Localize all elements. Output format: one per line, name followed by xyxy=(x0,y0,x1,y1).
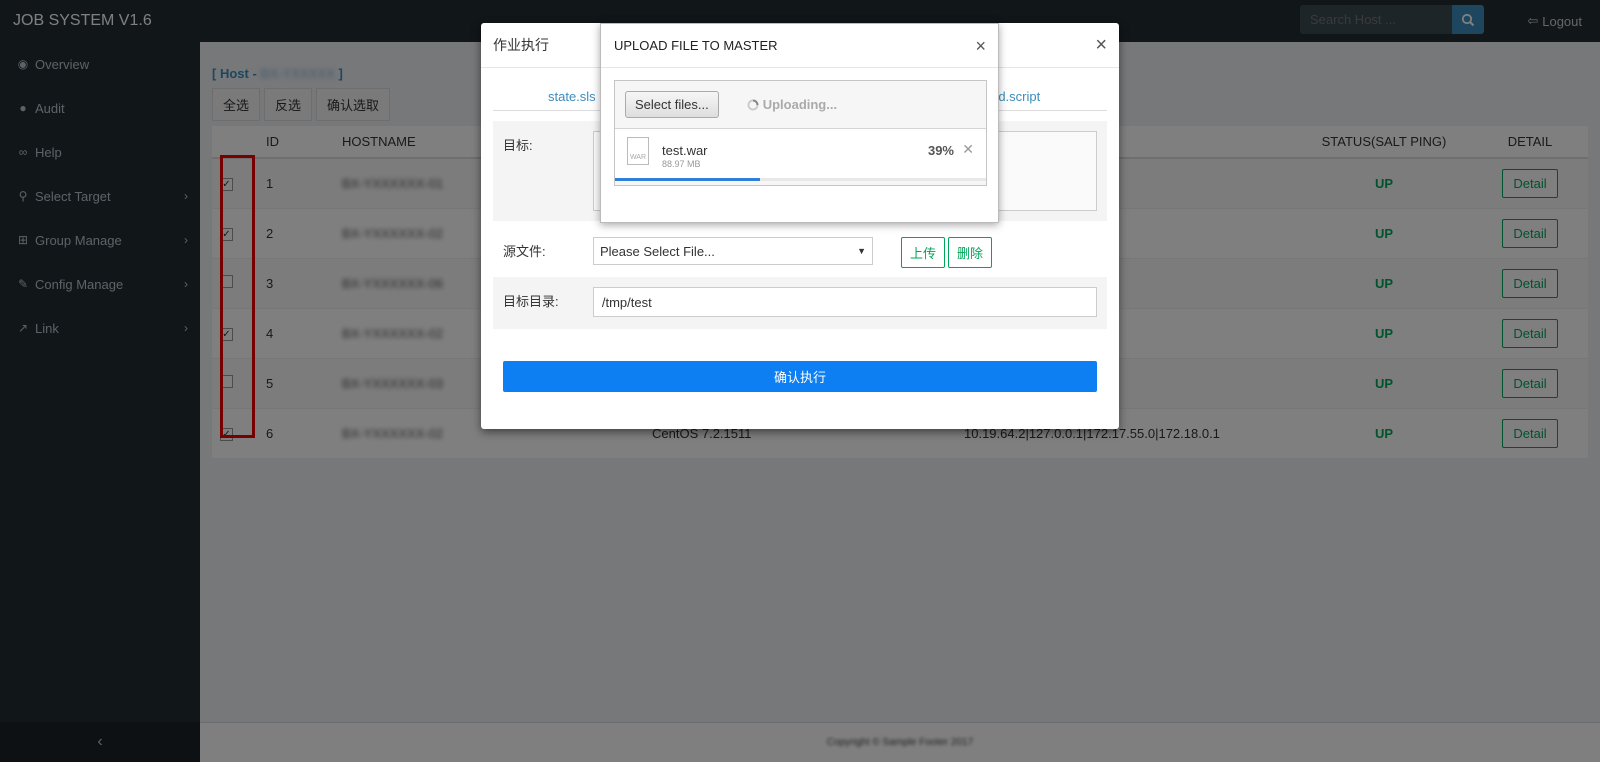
confirm-execute-button[interactable]: 确认执行 xyxy=(503,361,1097,392)
file-progress-fill xyxy=(615,178,760,181)
file-ext: WAR xyxy=(629,154,647,161)
job-modal-title: 作业执行 xyxy=(493,37,549,53)
upload-file-modal: UPLOAD FILE TO MASTER × Select files... … xyxy=(600,23,999,223)
tab-state-sls[interactable]: state.sls xyxy=(548,89,596,104)
upload-status-text: Uploading... xyxy=(762,97,838,112)
source-actions: 上传 删除 xyxy=(901,237,993,268)
upload-toolbar: Select files... Uploading... xyxy=(615,81,986,129)
upload-button[interactable]: 上传 xyxy=(901,237,946,268)
source-file-select[interactable]: Please Select File... ▼ xyxy=(593,237,873,265)
caret-down-icon: ▼ xyxy=(857,246,866,256)
upload-widget: Select files... Uploading... WAR test.wa… xyxy=(614,80,987,186)
delete-button[interactable]: 删除 xyxy=(948,237,993,268)
upload-modal-close-icon[interactable]: × xyxy=(975,36,986,57)
source-row: 源文件: Please Select File... ▼ 上传 删除 xyxy=(493,227,1107,273)
upload-status: Uploading... xyxy=(747,97,837,112)
source-file-select-value: Please Select File... xyxy=(600,243,715,259)
spinner-icon xyxy=(747,99,759,110)
file-progress-percent: 39% xyxy=(927,143,954,158)
job-modal-close-icon[interactable]: × xyxy=(1095,35,1107,55)
destination-input[interactable] xyxy=(592,287,1097,317)
upload-modal-title: UPLOAD FILE TO MASTER xyxy=(614,38,778,53)
destination-label: 目标目录: xyxy=(503,294,559,309)
source-label: 源文件: xyxy=(503,244,546,259)
file-size: 88.97 MB xyxy=(662,159,701,169)
remove-file-icon[interactable]: ✕ xyxy=(962,141,974,158)
file-list-item: WAR test.war 88.97 MB 39% ✕ xyxy=(615,129,986,181)
destination-row: 目标目录: xyxy=(493,277,1107,329)
file-progress-bar xyxy=(615,178,986,181)
upload-modal-header: UPLOAD FILE TO MASTER × xyxy=(601,24,998,68)
select-files-button[interactable]: Select files... xyxy=(625,91,719,118)
file-icon: WAR xyxy=(627,137,649,165)
file-name: test.war xyxy=(662,143,708,158)
target-label: 目标: xyxy=(503,138,533,153)
